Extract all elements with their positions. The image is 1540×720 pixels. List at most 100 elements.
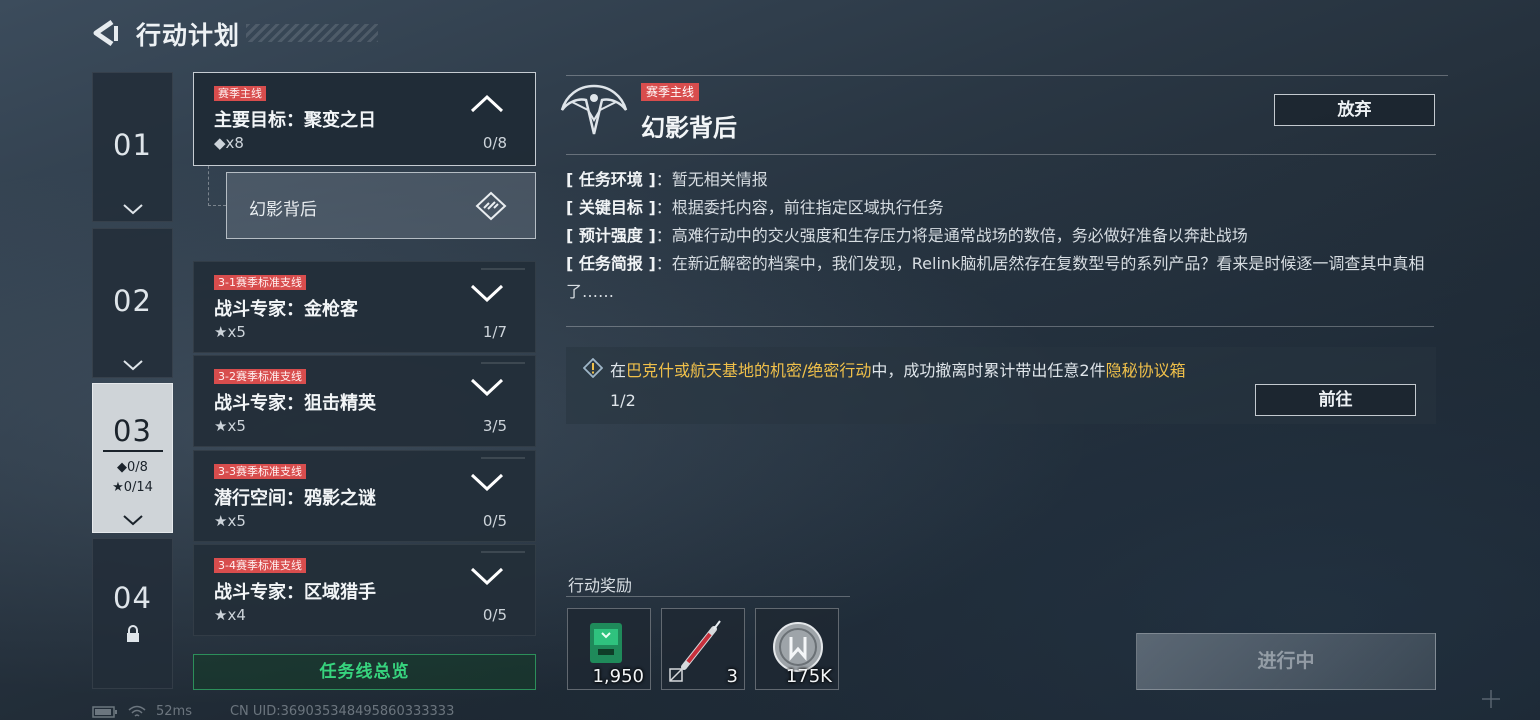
eagle-emblem-icon [560,84,628,135]
objective-text-part: 在 [610,361,627,380]
mission-card-side[interactable]: 3-4赛季标准支线 战斗专家：区域猎手 ★x4 0/5 [193,544,536,636]
info-row: [ 任务简报 ]：在新近解密的档案中，我们发现，Relink脑机居然存在复数型号… [566,250,1436,306]
chevron-down-icon[interactable] [469,376,505,396]
mission-card-side[interactable]: 3-2赛季标准支线 战斗专家：狙击精英 ★x5 3/5 [193,355,536,447]
back-arrow-icon[interactable] [90,18,120,48]
mission-tag: 3-1赛季标准支线 [214,275,306,290]
chevron-down-icon [122,204,143,215]
tree-connector [208,166,226,206]
ping-text: 52ms [156,704,192,719]
mission-reward: ★x5 [214,417,246,435]
sub-mission-item[interactable]: 幻影背后 [226,172,536,239]
chapter-number: 01 [113,128,152,162]
uid-text: CN UID:369035348495860333333 [229,704,455,719]
reward-quantity: 3 [726,666,738,687]
mission-progress: 3/5 [482,417,507,435]
reward-quantity: 1,950 [592,666,644,687]
chevron-down-icon[interactable] [469,565,505,585]
divider [566,326,1434,327]
info-key: [ 任务环境 ] [566,170,656,189]
reward-title: 行动奖励 [568,576,633,595]
mission-info-block: [ 任务环境 ]：暂无相关情报 [ 关键目标 ]：根据委托内容，前往指定区域执行… [566,166,1436,306]
reward-quantity: 175K [785,666,832,687]
mission-reward: ◆x8 [214,134,244,152]
mission-tag: 3-3赛季标准支线 [214,464,306,479]
info-key: [ 关键目标 ] [566,198,656,217]
card-decoration [481,551,525,553]
goto-button[interactable]: 前往 [1255,384,1416,416]
info-row: [ 任务环境 ]：暂无相关情报 [566,166,1436,194]
mission-title: 潜行空间：鸦影之谜 [214,488,376,509]
sub-mission-label: 幻影背后 [249,200,317,220]
mission-reward: ★x4 [214,606,246,624]
card-decoration [481,268,525,270]
mission-progress: 0/8 [482,134,507,152]
mission-title: 战斗专家：金枪客 [214,299,358,320]
mission-card-side[interactable]: 3-3赛季标准支线 潜行空间：鸦影之谜 ★x5 0/5 [193,450,536,542]
mission-tag: 3-2赛季标准支线 [214,369,306,384]
info-value: ：根据委托内容，前往指定区域执行任务 [655,198,944,217]
mission-title: 战斗专家：狙击精英 [214,393,376,414]
chapter-tab-03[interactable]: 03 ◆0/8 ★0/14 [92,383,173,533]
card-decoration [481,457,525,459]
detail-title: 幻影背后 [641,114,737,142]
info-key: [ 预计强度 ] [566,226,656,245]
mission-card-side[interactable]: 3-1赛季标准支线 战斗专家：金枪客 ★x5 1/7 [193,261,536,353]
chevron-up-icon[interactable] [469,93,505,113]
mission-progress: 0/5 [482,606,507,624]
system-status-bar: 52ms CN UID:369035348495860333333 [92,704,454,719]
diamond-objective-icon [475,191,507,221]
mission-reward: ★x5 [214,512,246,530]
info-value: ：在新近解密的档案中，我们发现，Relink脑机居然存在复数型号的系列产品？看来… [566,254,1425,301]
lock-icon [126,625,139,642]
chapter-tab-04[interactable]: 04 [92,538,173,689]
mission-tag: 赛季主线 [214,86,266,101]
battery-icon [92,705,117,718]
mission-title: 主要目标：聚变之日 [214,110,376,131]
mission-card-main[interactable]: 赛季主线 主要目标：聚变之日 ◆x8 0/8 [193,72,536,166]
chapter-diamond-stat: ◆0/8 [117,460,148,475]
corner-plus-icon [1482,690,1500,708]
chapter-number: 02 [113,284,152,318]
reward-slot[interactable]: 1,950 [567,608,651,690]
objective-text: 在巴克什或航天基地的机密/绝密行动中，成功撤离时累计带出任意2件隐秘协议箱 [610,357,1186,381]
chapter-underline [102,450,163,452]
mission-reward: ★x5 [214,323,246,341]
objective-item: 隐秘协议箱 [1105,361,1186,380]
objective-progress: 1/2 [610,391,636,410]
mission-progress: 1/7 [482,323,507,341]
divider [566,75,1448,76]
objective-location: 巴克什或航天基地的机密/绝密行动 [626,361,872,380]
chevron-down-icon [122,360,143,371]
chapter-number: 04 [113,581,152,615]
info-row: [ 预计强度 ]：高难行动中的交火强度和生存压力将是通常战场的数倍，务必做好准备… [566,222,1436,250]
chapter-number: 03 [113,414,152,448]
divider [566,154,1436,155]
wifi-icon [128,705,146,717]
chevron-down-icon [122,515,143,526]
card-decoration [481,362,525,364]
chapter-tab-02[interactable]: 02 [92,228,173,378]
info-key: [ 任务简报 ] [566,254,656,273]
mission-title: 战斗专家：区域猎手 [214,582,376,603]
objective-panel: 在巴克什或航天基地的机密/绝密行动中，成功撤离时累计带出任意2件隐秘协议箱 1/… [566,347,1436,424]
reward-slot[interactable]: 3 [661,608,745,690]
info-row: [ 关键目标 ]：根据委托内容，前往指定区域执行任务 [566,194,1436,222]
chapter-star-stat: ★0/14 [112,480,153,495]
mission-overview-button[interactable]: 任务线总览 [193,654,536,690]
info-diamond-icon [583,358,603,378]
info-value: ：高难行动中的交火强度和生存压力将是通常战场的数倍，务必做好准备以奔赴战场 [655,226,1248,245]
info-value: ：暂无相关情报 [655,170,768,189]
abandon-button[interactable]: 放弃 [1274,94,1435,126]
mission-tag: 3-4赛季标准支线 [214,558,306,573]
divider [566,596,850,597]
chevron-down-icon[interactable] [469,282,505,302]
chapter-tab-01[interactable]: 01 [92,72,173,222]
reward-slot[interactable]: 175K [755,608,839,690]
detail-tag: 赛季主线 [641,83,700,101]
in-progress-button: 进行中 [1136,633,1436,690]
chevron-down-icon[interactable] [469,471,505,491]
title-decoration [246,24,378,42]
page-title: 行动计划 [136,21,241,50]
objective-text-part: 中，成功撤离时累计带出任意2件 [871,361,1106,380]
